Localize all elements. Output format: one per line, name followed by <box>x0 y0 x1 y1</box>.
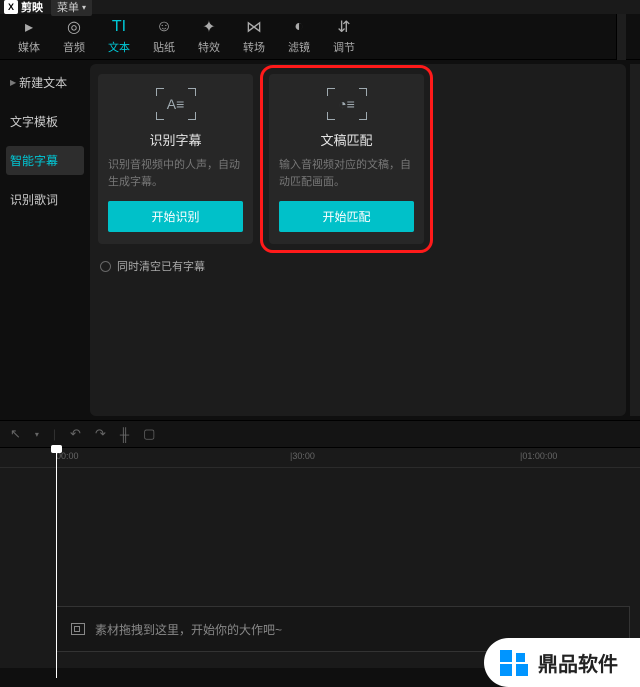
sticker-icon: ☺ <box>156 18 172 36</box>
tab-text[interactable]: TI 文本 <box>104 16 134 57</box>
separator: | <box>53 427 56 441</box>
split-icon[interactable]: ╫ <box>120 427 129 442</box>
clear-label: 同时清空已有字幕 <box>117 258 205 274</box>
card-title: 文稿匹配 <box>320 130 372 149</box>
radio-icon <box>100 261 111 272</box>
chevron-down-icon: ▾ <box>82 3 86 12</box>
ruler-mark: |01:00:00 <box>520 451 557 461</box>
sidebar-item-smart-caption[interactable]: 智能字幕 <box>6 146 84 175</box>
tab-label: 贴纸 <box>153 39 175 55</box>
right-panel-tab[interactable] <box>616 14 626 60</box>
tab-label: 调节 <box>333 39 355 55</box>
tab-label: 音频 <box>63 39 85 55</box>
menu-button[interactable]: 菜单 ▾ <box>51 0 92 16</box>
script-match-button[interactable]: 开始匹配 <box>279 201 414 232</box>
delete-icon[interactable]: ▢ <box>143 426 155 442</box>
watermark-text: 鼎品软件 <box>538 648 618 677</box>
effect-icon: ✦ <box>202 18 215 36</box>
pointer-tool-icon[interactable]: ↖ <box>10 426 21 442</box>
card-recognize-subtitle: A≡ 识别字幕 识别音视频中的人声，自动生成字幕。 开始识别 <box>98 74 253 244</box>
tab-label: 滤镜 <box>288 39 310 55</box>
ruler-mark: |30:00 <box>290 451 315 461</box>
titlebar: X 剪映 菜单 ▾ <box>0 0 640 14</box>
tab-filter[interactable]: ◐ 滤镜 <box>284 16 314 57</box>
tab-effect[interactable]: ✦ 特效 <box>194 16 224 57</box>
card-script-match: ◔≡ 文稿匹配 输入音视频对应的文稿，自动匹配画面。 开始匹配 <box>269 74 424 244</box>
sidebar-label: 新建文本 <box>19 74 67 91</box>
main-area: ▶新建文本文字模板智能字幕识别歌词 A≡ 识别字幕 识别音视频中的人声，自动生成… <box>0 60 640 420</box>
card-description: 识别音视频中的人声，自动生成字幕。 <box>108 157 243 191</box>
recognize-subtitle-icon: A≡ <box>156 88 196 120</box>
tool-chevron-icon[interactable]: ▾ <box>35 430 39 439</box>
tool-tabs: ▸ 媒体 ◎ 音频 TI 文本 ☺ 贴纸 ✦ 特效 ⋈ 转场 ◐ 滤镜 ⇵ 调节 <box>0 14 640 60</box>
expand-icon: ▶ <box>10 78 16 87</box>
transition-icon: ⋈ <box>246 18 262 36</box>
sidebar-item-new-text[interactable]: ▶新建文本 <box>6 68 84 97</box>
tab-label: 特效 <box>198 39 220 55</box>
media-icon: ▸ <box>25 18 33 36</box>
audio-icon: ◎ <box>67 18 81 36</box>
app-name: 剪映 <box>21 0 43 15</box>
recognize-subtitle-button[interactable]: 开始识别 <box>108 201 243 232</box>
tab-sticker[interactable]: ☺ 贴纸 <box>149 16 179 57</box>
sidebar-label: 智能字幕 <box>10 152 58 169</box>
content-panel: A≡ 识别字幕 识别音视频中的人声，自动生成字幕。 开始识别 ◔≡ 文稿匹配 输… <box>90 64 626 416</box>
card-description: 输入音视频对应的文稿，自动匹配画面。 <box>279 157 414 191</box>
sidebar-item-text-template[interactable]: 文字模板 <box>6 107 84 136</box>
adjust-icon: ⇵ <box>337 18 350 36</box>
sidebar-item-lyric-detect[interactable]: 识别歌词 <box>6 185 84 214</box>
menu-label: 菜单 <box>57 0 79 15</box>
media-icon <box>71 623 85 635</box>
sidebar: ▶新建文本文字模板智能字幕识别歌词 <box>0 60 90 420</box>
sidebar-label: 识别歌词 <box>10 191 58 208</box>
tab-transition[interactable]: ⋈ 转场 <box>239 16 269 57</box>
timeline-ruler[interactable]: 00:00|30:00|01:00:00 <box>0 448 640 468</box>
card-title: 识别字幕 <box>149 130 201 149</box>
sidebar-label: 文字模板 <box>10 113 58 130</box>
tab-media[interactable]: ▸ 媒体 <box>14 16 44 57</box>
script-match-icon: ◔≡ <box>327 88 367 120</box>
text-icon: TI <box>112 18 126 36</box>
tab-label: 媒体 <box>18 39 40 55</box>
watermark-badge: 鼎品软件 <box>484 638 640 687</box>
timeline-toolbar: ↖ ▾ | ↶ ↷ ╫ ▢ <box>0 420 640 448</box>
tab-label: 转场 <box>243 39 265 55</box>
playhead[interactable] <box>56 448 57 678</box>
dropzone-text: 素材拖拽到这里，开始你的大作吧~ <box>95 621 282 638</box>
card-row: A≡ 识别字幕 识别音视频中的人声，自动生成字幕。 开始识别 ◔≡ 文稿匹配 输… <box>98 74 618 244</box>
filter-icon: ◐ <box>294 18 304 36</box>
watermark-logo-icon <box>500 650 528 676</box>
right-edge-panel <box>630 64 640 416</box>
logo-icon: X <box>4 0 18 14</box>
redo-icon[interactable]: ↷ <box>95 426 106 442</box>
clear-subtitle-option[interactable]: 同时清空已有字幕 <box>98 258 618 274</box>
app-logo: X 剪映 <box>4 0 43 15</box>
tab-label: 文本 <box>108 39 130 55</box>
tab-adjust[interactable]: ⇵ 调节 <box>329 16 359 57</box>
undo-icon[interactable]: ↶ <box>70 426 81 442</box>
tab-audio[interactable]: ◎ 音频 <box>59 16 89 57</box>
